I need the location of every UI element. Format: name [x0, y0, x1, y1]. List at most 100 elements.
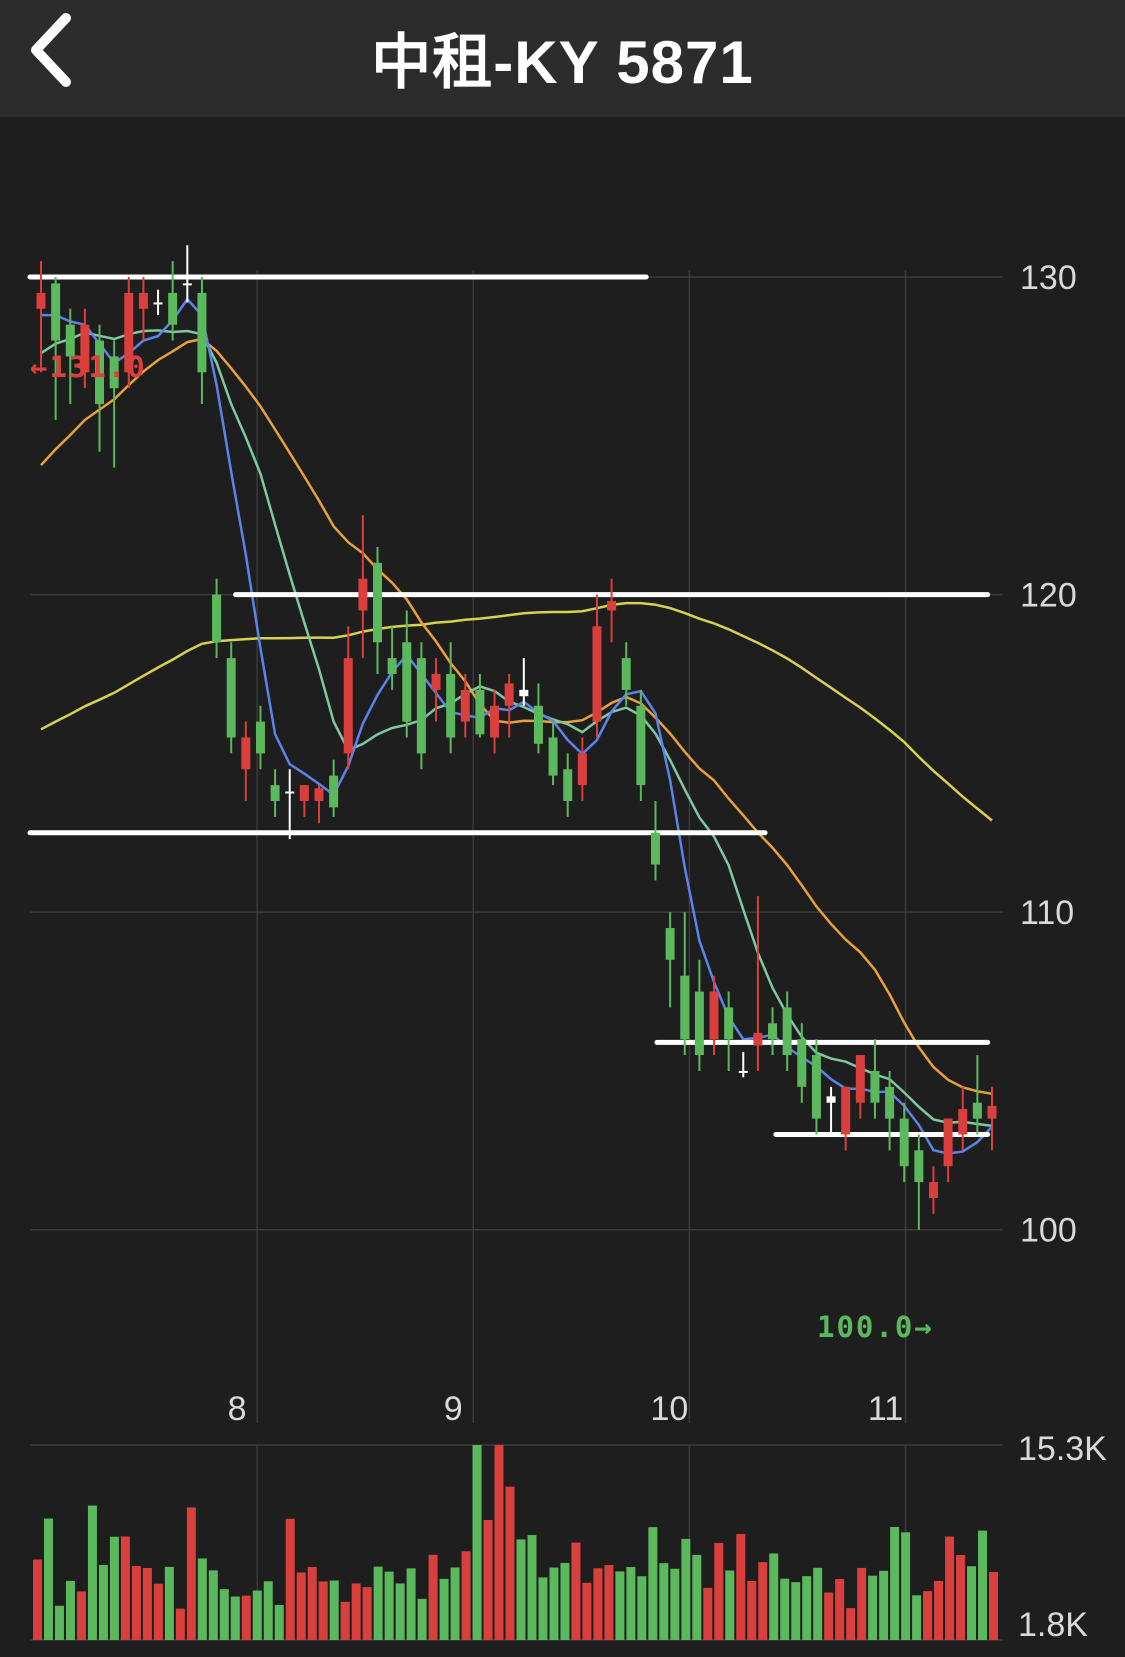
candle-body — [504, 683, 514, 706]
x-tick-label: 9 — [444, 1390, 463, 1428]
volume-bars — [33, 1445, 998, 1640]
x-tick-label: 11 — [868, 1390, 903, 1428]
volume-bar — [527, 1535, 537, 1640]
volume-bar — [725, 1570, 735, 1640]
volume-bar — [956, 1555, 966, 1640]
volume-bar — [263, 1581, 273, 1640]
volume-bar — [417, 1598, 427, 1640]
volume-bar — [230, 1596, 240, 1640]
volume-bar — [505, 1486, 515, 1640]
volume-bar — [791, 1582, 801, 1640]
x-tick-label: 10 — [650, 1390, 688, 1428]
volume-bar — [538, 1577, 548, 1640]
candle-body — [797, 1039, 807, 1087]
volume-bar — [98, 1564, 108, 1640]
volume-bar — [692, 1554, 702, 1640]
volume-bar — [109, 1536, 119, 1640]
volume-bar — [439, 1578, 449, 1640]
grid-lines — [30, 270, 1003, 1423]
candle-body — [621, 658, 631, 690]
candle-body — [138, 292, 148, 309]
volume-bar — [549, 1567, 559, 1640]
volume-bar — [241, 1595, 251, 1640]
stock-chart: 130120110100 8 9 10 11 ←131.0 100.0→ 15.3K1… — [27, 245, 1107, 1644]
candle-body — [446, 673, 456, 738]
candle-body — [987, 1105, 997, 1119]
candle-body — [885, 1086, 895, 1119]
candle-body — [36, 292, 46, 309]
candle-body — [153, 302, 163, 305]
volume-bar — [824, 1592, 834, 1640]
candle-body — [650, 832, 660, 865]
volume-max-label: 15.3K — [1018, 1430, 1107, 1468]
candle-body — [490, 705, 500, 738]
volume-bar — [472, 1445, 482, 1640]
volume-bar — [989, 1572, 998, 1640]
volume-bar — [879, 1570, 889, 1640]
candle-body — [782, 1007, 792, 1056]
volume-bar — [373, 1566, 383, 1640]
volume-bar — [274, 1605, 284, 1640]
candle-body — [168, 292, 178, 325]
volume-bar — [142, 1568, 152, 1640]
price-axis-labels: 130 120 110 100 — [1020, 259, 1077, 1250]
candle-body — [855, 1055, 865, 1103]
candle-body — [738, 1070, 748, 1073]
min-price-marker: 100.0→ — [817, 1310, 934, 1344]
volume-bar — [560, 1562, 570, 1640]
volume-bar — [483, 1519, 493, 1640]
volume-bar — [780, 1578, 790, 1640]
volume-bar — [978, 1530, 988, 1640]
candle-body — [51, 283, 61, 341]
volume-bar — [318, 1581, 328, 1640]
x-tick-label: 8 — [228, 1390, 247, 1428]
candle-body — [563, 769, 573, 802]
candle-body — [928, 1182, 938, 1198]
volume-bar — [571, 1542, 581, 1640]
volume-bar — [648, 1527, 658, 1640]
volume-bar — [637, 1576, 647, 1640]
volume-bar — [758, 1562, 768, 1640]
volume-bar — [923, 1591, 933, 1640]
volume-bar — [54, 1605, 64, 1640]
volume-bar — [934, 1580, 944, 1640]
candle-body — [212, 594, 222, 643]
y-tick-label: 120 — [1020, 577, 1077, 615]
volume-axis-labels: 15.3K 1.8K — [1018, 1430, 1107, 1644]
candle-body — [519, 689, 529, 697]
ma10-line — [40, 329, 993, 1128]
moving-average-lines — [40, 297, 993, 1155]
volume-bar — [857, 1567, 867, 1640]
candle-body — [943, 1118, 953, 1167]
volume-bar — [714, 1542, 724, 1640]
y-tick-label: 110 — [1020, 894, 1074, 932]
volume-bar — [593, 1568, 603, 1640]
volume-bar — [516, 1539, 526, 1640]
volume-bar — [835, 1579, 845, 1640]
candle-body — [592, 626, 602, 722]
volume-bar — [175, 1608, 185, 1640]
volume-bar — [131, 1566, 141, 1640]
volume-bar — [494, 1445, 504, 1640]
candle-body — [241, 737, 251, 770]
candle-body — [607, 600, 617, 611]
volume-bar — [868, 1575, 878, 1640]
volume-bar — [736, 1534, 746, 1640]
volume-bar — [670, 1568, 680, 1640]
volume-min-label: 1.8K — [1018, 1606, 1088, 1644]
candle-body — [841, 1086, 851, 1135]
volume-bar — [351, 1583, 361, 1640]
volume-bar — [33, 1559, 42, 1640]
candle-body — [899, 1118, 909, 1167]
ma5-line — [41, 297, 993, 1155]
volume-bar — [208, 1570, 218, 1640]
candle-body — [402, 642, 412, 722]
candle-body — [270, 785, 280, 802]
volume-bar — [747, 1580, 757, 1640]
candle-body — [577, 753, 587, 786]
volume-bar — [890, 1526, 900, 1640]
candle-body — [680, 975, 690, 1040]
volume-bar — [252, 1590, 262, 1640]
y-tick-label: 130 — [1020, 259, 1077, 297]
volume-bar — [197, 1558, 207, 1640]
